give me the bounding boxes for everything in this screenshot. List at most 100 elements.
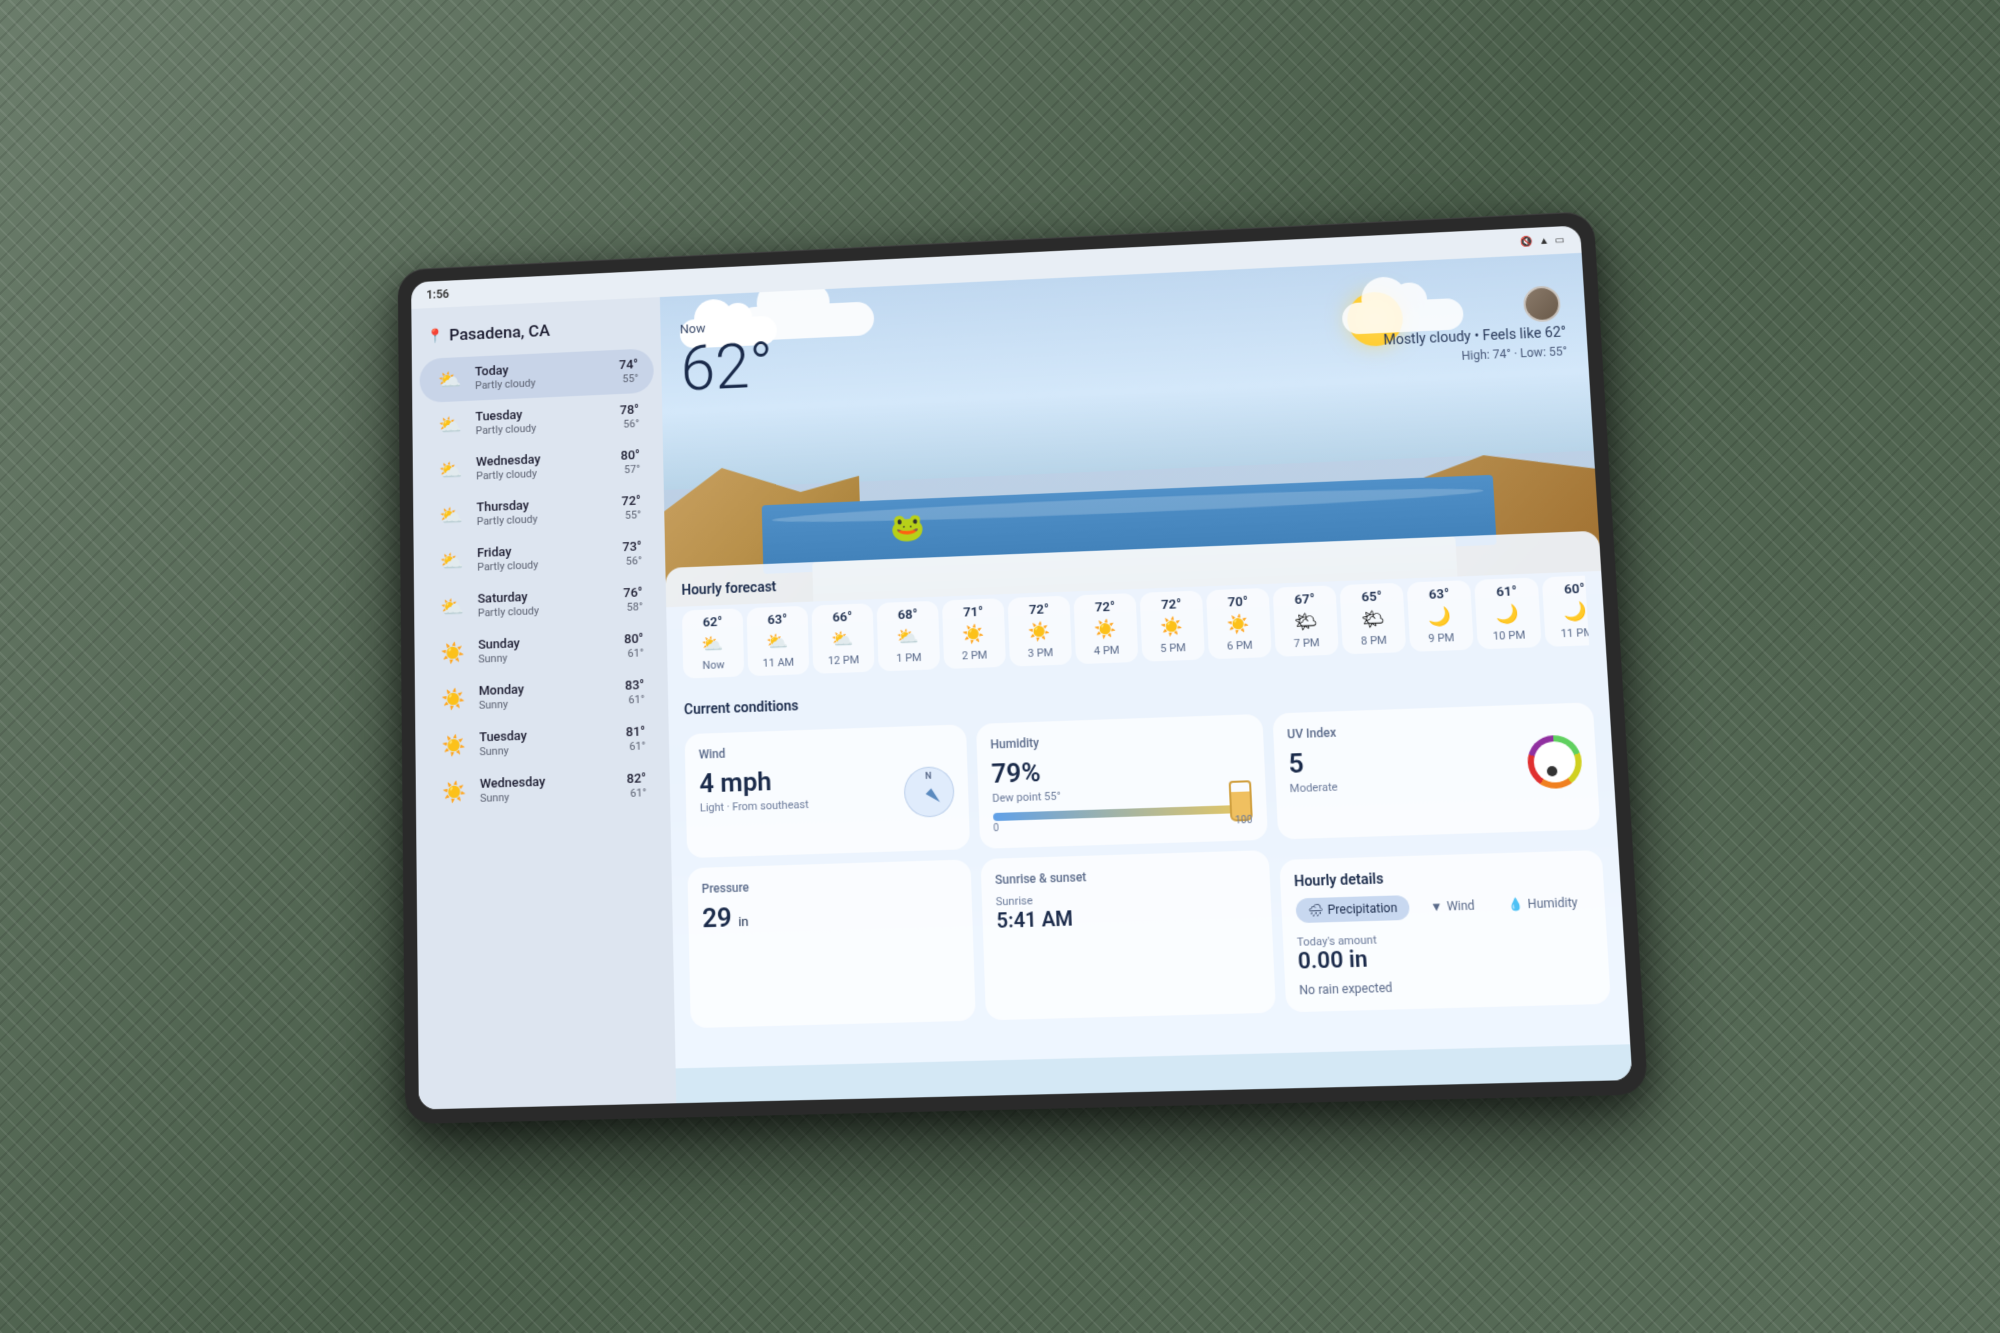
tab-wind-label: Wind xyxy=(1446,898,1475,913)
day-temps: 80° 57° xyxy=(621,448,641,476)
hourly-icon: ☀️ xyxy=(1094,618,1117,640)
hourly-item[interactable]: 65° 🌤 8 PM xyxy=(1339,582,1406,654)
hourly-time: Now xyxy=(702,658,724,672)
status-time: 1:56 xyxy=(426,287,449,301)
hourly-item[interactable]: 60° 🌙 11 PM xyxy=(1542,575,1590,646)
hourly-item[interactable]: 72° ☀️ 4 PM xyxy=(1073,592,1138,663)
hourly-icon: 🌙 xyxy=(1428,605,1452,627)
battery-icon: ▭ xyxy=(1555,234,1565,245)
hourly-temp: 61° xyxy=(1496,584,1517,600)
current-temperature: 62° xyxy=(680,334,774,400)
sunrise-title: Sunrise & sunset xyxy=(995,864,1255,886)
hourly-temp: 67° xyxy=(1294,592,1315,608)
hourly-icon: ☀️ xyxy=(1227,613,1251,635)
hourly-icon: 🌤 xyxy=(1361,608,1385,630)
hourly-item[interactable]: 71° ☀️ 2 PM xyxy=(942,598,1006,669)
humidity-card: Humidity 79% Dew point 55° 0 100 xyxy=(976,713,1268,848)
day-weather-icon: ☀️ xyxy=(439,775,470,808)
hourly-icon: ⛅ xyxy=(767,631,790,653)
day-info: Monday Sunny xyxy=(479,678,626,712)
low-temp-value: Low: 55° xyxy=(1520,344,1568,360)
humidity-tab-icon: 💧 xyxy=(1508,896,1524,911)
hourly-item[interactable]: 61° 🌙 10 PM xyxy=(1474,577,1542,649)
pressure-card: Pressure 29 in xyxy=(687,859,975,1028)
wind-tab-icon: ▼ xyxy=(1430,899,1443,914)
hourly-time: 4 PM xyxy=(1094,643,1120,657)
hourly-icon: 🌙 xyxy=(1496,603,1520,625)
day-high: 82° xyxy=(627,771,647,787)
day-low: 55° xyxy=(619,371,638,384)
pressure-value: 29 in xyxy=(702,896,958,934)
day-high: 74° xyxy=(619,357,638,372)
hourly-time: 3 PM xyxy=(1028,646,1054,660)
tab-precipitation[interactable]: 🌧 Precipitation xyxy=(1295,895,1410,923)
day-high: 73° xyxy=(622,539,641,554)
hourly-time: 9 PM xyxy=(1428,631,1455,645)
uv-gauge-dot xyxy=(1547,765,1558,776)
hourly-icon: ⛅ xyxy=(702,633,724,655)
hourly-item[interactable]: 62° ⛅ Now xyxy=(682,608,744,678)
day-weather-icon: ☀️ xyxy=(438,636,469,669)
tab-wind[interactable]: ▼ Wind xyxy=(1417,892,1488,919)
hourly-item[interactable]: 67° 🌤 7 PM xyxy=(1273,585,1339,657)
day-low: 61° xyxy=(625,692,645,706)
left-panel: 📍 Pasadena, CA ⛅ Today Partly cloudy 74°… xyxy=(411,297,676,1109)
hourly-icon: ☀️ xyxy=(1160,616,1183,638)
no-rain-label: No rain expected xyxy=(1299,974,1595,997)
day-high: 83° xyxy=(625,678,645,694)
day-temps: 74° 55° xyxy=(619,357,639,385)
tablet-device: 1:56 🔇 ▲ ▭ 📍 Pasadena, CA ⛅ Tod xyxy=(398,211,1648,1124)
location-pin-icon: 📍 xyxy=(427,328,444,344)
hourly-item[interactable]: 63° ⛅ 11 AM xyxy=(747,605,810,676)
day-temps: 81° 61° xyxy=(626,724,646,752)
day-item[interactable]: ☀️ Wednesday Sunny 82° 61° xyxy=(423,761,662,815)
hourly-item[interactable]: 63° 🌙 9 PM xyxy=(1407,580,1474,652)
wifi-icon: ▲ xyxy=(1539,235,1550,246)
day-item[interactable]: ⛅ Saturday Partly cloudy 76° 58° xyxy=(422,576,659,630)
day-temps: 72° 55° xyxy=(621,493,641,521)
hourly-temp: 60° xyxy=(1564,581,1585,597)
hourly-time: 11 PM xyxy=(1560,625,1589,639)
hourly-item[interactable]: 66° ⛅ 12 PM xyxy=(811,603,874,674)
day-info: Wednesday Partly cloudy xyxy=(476,448,621,482)
day-weather-icon: ☀️ xyxy=(438,682,469,715)
hourly-item[interactable]: 72° ☀️ 5 PM xyxy=(1140,590,1205,661)
day-info: Tuesday Partly cloudy xyxy=(475,403,620,437)
hourly-time: 1 PM xyxy=(896,650,922,664)
wind-title: Wind xyxy=(699,738,953,761)
day-info: Today Partly cloudy xyxy=(475,358,620,392)
day-weather-icon: ⛅ xyxy=(435,408,466,440)
hourly-item[interactable]: 68° ⛅ 1 PM xyxy=(877,600,941,671)
detail-tabs: 🌧 Precipitation ▼ Wind 💧 Humidity xyxy=(1295,889,1591,922)
uv-card: UV Index 5 Moderate xyxy=(1272,702,1600,839)
water-highlight xyxy=(772,483,1484,527)
hourly-details-card: Hourly details 🌧 Precipitation ▼ Wind xyxy=(1279,849,1611,1011)
day-low: 61° xyxy=(626,739,646,753)
hourly-temp: 65° xyxy=(1361,589,1382,605)
hourly-temp: 63° xyxy=(1428,586,1449,602)
day-temps: 78° 56° xyxy=(620,402,640,430)
hourly-icon: ☀️ xyxy=(1028,621,1051,643)
day-high: 80° xyxy=(621,448,640,463)
hourly-item[interactable]: 70° ☀️ 6 PM xyxy=(1206,587,1272,658)
day-item[interactable]: ☀️ Monday Sunny 83° 61° xyxy=(423,668,661,722)
day-weather-icon: ☀️ xyxy=(439,728,470,761)
wind-card: Wind 4 mph Light · From southeast N xyxy=(685,724,970,858)
hourly-icon: ⛅ xyxy=(832,628,855,650)
day-info: Friday Partly cloudy xyxy=(477,540,623,574)
day-list: ⛅ Today Partly cloudy 74° 55° ⛅ xyxy=(412,347,670,815)
hourly-time: 5 PM xyxy=(1160,641,1186,655)
hourly-item[interactable]: 72° ☀️ 3 PM xyxy=(1008,595,1072,666)
tab-humidity[interactable]: 💧 Humidity xyxy=(1495,889,1591,917)
frog-character: 🐸 xyxy=(890,510,925,544)
day-item[interactable]: ☀️ Sunday Sunny 80° 61° xyxy=(422,622,660,676)
day-info: Wednesday Sunny xyxy=(480,771,627,804)
app-layout: 📍 Pasadena, CA ⛅ Today Partly cloudy 74°… xyxy=(411,252,1632,1109)
day-item[interactable]: ⛅ Friday Partly cloudy 73° 56° xyxy=(421,530,658,584)
weather-content: Hourly forecast 62° ⛅ Now 63° ⛅ 11 AM xyxy=(665,530,1630,1068)
hourly-temp: 72° xyxy=(1161,597,1182,613)
day-item[interactable]: ☀️ Tuesday Sunny 81° 61° xyxy=(423,715,662,769)
hourly-temp: 66° xyxy=(832,609,852,625)
day-weather-icon: ⛅ xyxy=(435,363,466,395)
day-item[interactable]: ⛅ Thursday Partly cloudy 72° 55° xyxy=(421,484,657,538)
